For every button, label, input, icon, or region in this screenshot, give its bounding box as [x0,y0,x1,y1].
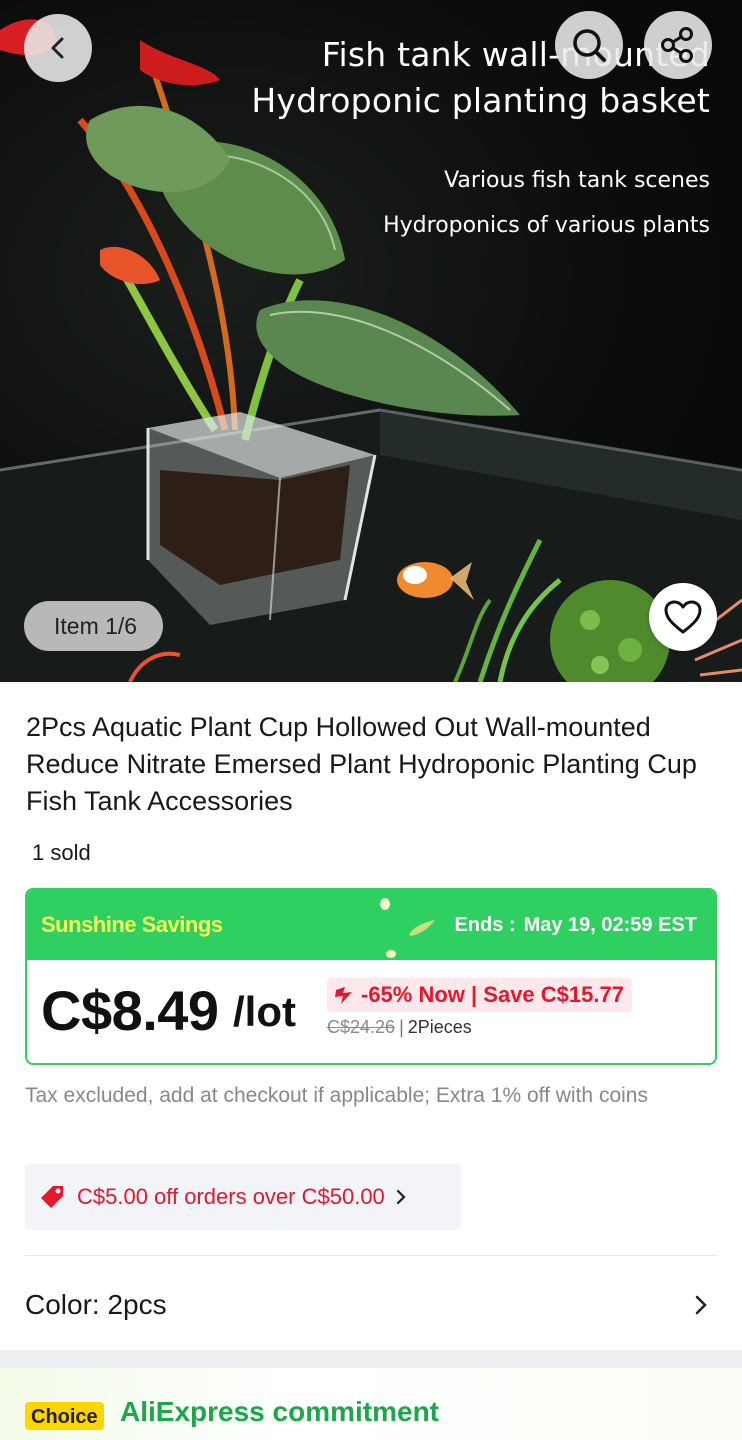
divider [25,1255,717,1256]
section-gap [0,1350,742,1368]
back-button[interactable] [24,14,92,82]
hero-subtitle-1: Various fish tank scenes [444,168,710,193]
image-counter: Item 1/6 [24,601,164,651]
deal-header: Sunshine Savings Ends : May 19, 02:59 EST [27,890,715,960]
separator: | [399,1017,404,1037]
sold-count: 1 sold [32,840,91,865]
deal-ends: Ends : May 19, 02:59 EST [454,914,697,937]
product-title: 2Pcs Aquatic Plant Cup Hollowed Out Wall… [26,712,697,816]
favorite-button[interactable] [649,583,717,651]
price: C$8.49 [41,979,219,1042]
sunshine-savings-deal: Sunshine Savings Ends : May 19, 02:59 EST… [25,888,717,1065]
share-icon [661,27,693,63]
deal-ends-value: May 19, 02:59 EST [523,914,697,936]
discount-badge: -65% Now | Save C$15.77 [327,978,632,1012]
pieces-count: 2Pieces [407,1017,472,1037]
chevron-right-icon [695,1295,707,1315]
color-label: Color: 2pcs [25,1289,167,1320]
heart-icon [664,600,702,634]
choice-badge: Choice [25,1402,104,1430]
tag-icon [41,1186,63,1208]
deal-name: Sunshine Savings [41,912,223,937]
search-icon [573,29,606,62]
coupon-text: C$5.00 off orders over C$50.00 [77,1184,385,1209]
hero-subtitle-2: Hydroponics of various plants [383,213,710,238]
original-price: C$24.26 [327,1017,396,1037]
down-arrow-icon [335,987,352,1004]
hero-title: Fish tank wall-mounted Hydroponic planti… [251,32,710,124]
original-price-row: C$24.26 | 2Pieces [327,1017,472,1038]
leaf-decoration-icon [380,898,435,958]
commitment-title: AliExpress commitment [120,1396,439,1427]
chevron-left-icon [51,37,64,59]
discount-text: -65% Now | Save C$15.77 [361,982,624,1007]
share-button[interactable] [644,11,712,79]
deal-ends-label: Ends : [454,914,516,936]
product-image-carousel[interactable]: Fish tank wall-mounted Hydroponic planti… [0,0,742,682]
tax-note: Tax excluded, add at checkout if applica… [25,1084,648,1107]
price-unit: /lot [233,988,296,1035]
hero-title-line2: Hydroponic planting basket [251,81,710,120]
color-selector[interactable]: Color: 2pcs [25,1270,717,1340]
coupon-banner[interactable]: C$5.00 off orders over C$50.00 [25,1164,461,1230]
hero-title-line1: Fish tank wall-mounted [321,35,710,74]
search-button[interactable] [555,11,623,79]
chevron-right-icon [396,1189,406,1205]
product-page: Fish tank wall-mounted Hydroponic planti… [0,0,742,1440]
